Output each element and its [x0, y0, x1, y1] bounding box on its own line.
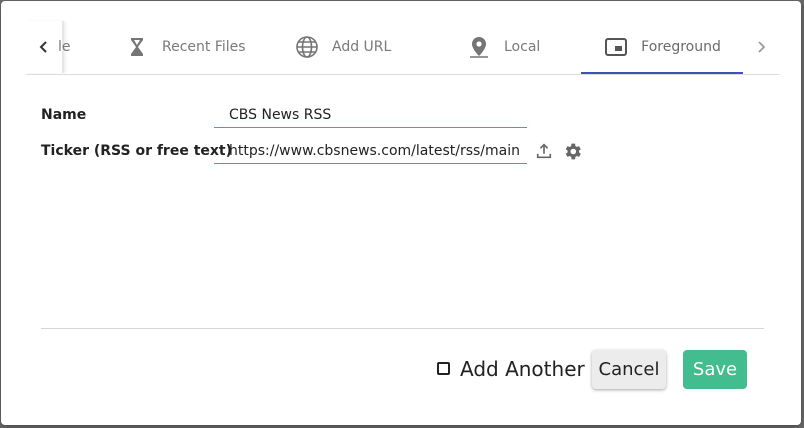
tab-add-url[interactable]: Add URL — [294, 21, 391, 73]
gear-icon — [565, 143, 581, 159]
chevron-left-icon — [39, 41, 47, 53]
tab-recent-files[interactable]: Recent Files — [124, 21, 246, 73]
tab-foreground-label: Foreground — [641, 39, 721, 55]
picture-in-picture-icon — [603, 34, 629, 60]
chevron-right-icon — [758, 41, 766, 53]
name-input[interactable] — [214, 102, 527, 128]
globe-icon — [294, 34, 320, 60]
settings-button[interactable] — [561, 140, 583, 162]
ticker-label: Ticker (RSS or free text) — [41, 143, 233, 159]
map-pin-icon — [466, 34, 492, 60]
tab-local-label: Local — [504, 39, 541, 55]
add-another-checkbox[interactable] — [437, 362, 450, 375]
tab-bar: le Recent Files Add URL Local Foreground — [26, 21, 779, 75]
tab-recent-files-label: Recent Files — [162, 39, 246, 55]
tab-scroll-right-button[interactable] — [743, 21, 779, 73]
save-button[interactable]: Save — [683, 350, 747, 389]
name-label: Name — [41, 107, 87, 123]
dialog: le Recent Files Add URL Local Foreground… — [1, 1, 801, 425]
upload-button[interactable] — [533, 140, 555, 162]
upload-icon — [536, 143, 552, 159]
cancel-button[interactable]: Cancel — [592, 350, 666, 389]
active-tab-indicator — [581, 72, 743, 74]
tab-add-url-label: Add URL — [332, 39, 392, 55]
add-another-label[interactable]: Add Another — [460, 357, 585, 381]
ticker-input[interactable] — [214, 138, 527, 164]
tab-partial-label: le — [58, 39, 71, 55]
tab-partial[interactable]: le — [58, 21, 80, 73]
footer-divider — [41, 328, 764, 329]
tab-local[interactable]: Local — [466, 21, 540, 73]
hourglass-icon — [124, 34, 150, 60]
tab-foreground[interactable]: Foreground — [581, 21, 743, 74]
